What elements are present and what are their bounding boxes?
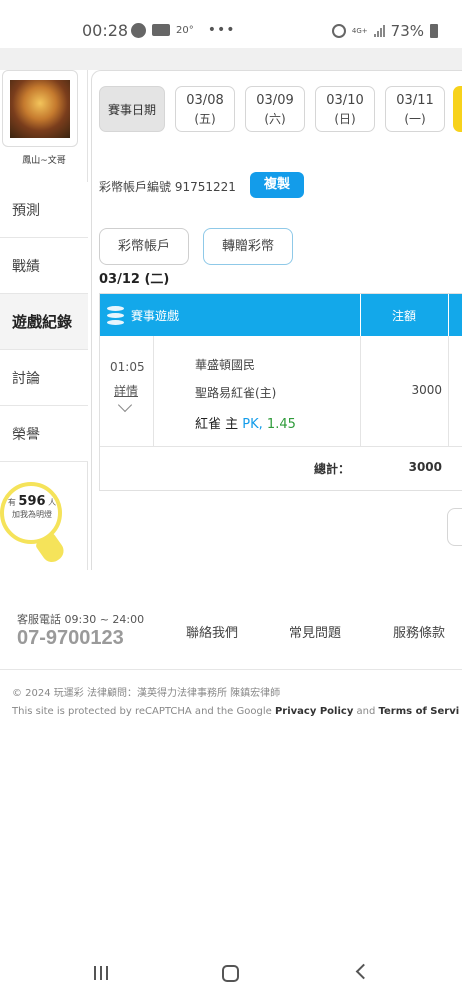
contact-us-link[interactable]: 聯絡我們 (186, 622, 238, 641)
total-label: 總計： (314, 462, 351, 476)
bet-pick: 紅雀 主 PK, 1.45 (195, 413, 296, 432)
status-time: 00:28 (82, 21, 129, 40)
recaptcha-notice: This site is protected by reCAPTCHA and … (12, 706, 459, 717)
footer-divider (0, 669, 462, 670)
pick-type: PK, (242, 417, 263, 432)
sidebar-item-discussion[interactable]: 討論 (0, 350, 88, 406)
sidebar: 鳳山~文哥 預測 戰績 遊戲紀錄 討論 榮譽 有 596 人 加我為明燈 (0, 70, 88, 570)
header-game: 賽事遊戲 (131, 309, 180, 323)
detail-link[interactable]: 詳情 (114, 382, 138, 399)
copyright: © 2024 玩運彩 法律顧問：漢英得力法律事務所 陳鎮宏律師 (12, 688, 281, 699)
date-tab-weekday: (六) (264, 112, 286, 126)
date-tab-0309[interactable]: 03/09 (六) (245, 86, 305, 132)
header-divider (448, 294, 449, 336)
avatar-image (10, 80, 70, 138)
status-temperature: 20° (176, 24, 194, 36)
date-tab-weekday: (五) (194, 112, 216, 126)
chevron-down-icon[interactable] (117, 397, 133, 413)
terms-link[interactable]: 服務條款 (393, 622, 445, 641)
account-label: 彩幣帳戶編號 (99, 180, 172, 194)
battery-percent: 73% (390, 22, 424, 40)
sidebar-item-honor[interactable]: 榮譽 (0, 406, 88, 462)
row-bottom-border (100, 446, 462, 447)
sidebar-item-game-history[interactable]: 遊戲紀錄 (0, 294, 88, 350)
transfer-coins-button[interactable]: 轉贈彩幣 (203, 228, 293, 265)
terms-of-service-link[interactable]: Terms of Servi (379, 706, 460, 717)
pick-odds: 1.45 (266, 417, 296, 432)
recaptcha-prefix: This site is protected by reCAPTCHA and … (12, 706, 275, 717)
date-tab-date: 03/08 (186, 93, 224, 108)
header-amount: 注額 (391, 309, 416, 323)
faq-link[interactable]: 常見問題 (289, 622, 341, 641)
date-tab-0311[interactable]: 03/11 (一) (385, 86, 445, 132)
customer-service-hours: 客服電話 09:30 ~ 24:00 (17, 613, 145, 626)
date-tab-date: 03/10 (326, 93, 364, 108)
date-tab-weekday: (一) (404, 112, 426, 126)
account-number-line: 彩幣帳戶編號 91751221 (99, 178, 236, 195)
account-number: 91751221 (174, 180, 236, 194)
status-notification-icons: 20° ••• (131, 22, 236, 38)
customer-service-phone[interactable]: 07-9700123 (17, 627, 124, 650)
system-nav-bar (0, 944, 462, 1000)
total-amount: 3000 (408, 460, 442, 474)
date-tab-date: 03/11 (396, 93, 434, 108)
message-notification-icon (131, 22, 146, 38)
side-scroll-button[interactable] (447, 508, 462, 546)
back-icon[interactable] (355, 963, 372, 980)
home-team: 聖路易紅雀(主) (195, 386, 277, 400)
date-tabs: 賽事日期 03/08 (五) 03/09 (六) 03/10 (日) 03/11… (99, 86, 445, 132)
row-divider (153, 336, 154, 446)
date-tab-more[interactable] (453, 86, 462, 132)
copy-button[interactable]: 複製 (250, 172, 304, 198)
bulb-follower-count[interactable]: 有 596 人 加我為明燈 (4, 494, 60, 521)
row-divider (448, 336, 449, 446)
table-header: 賽事遊戲 注額 (100, 294, 462, 336)
network-type: 4G+ (351, 27, 368, 35)
avatar-name: 鳳山~文哥 (22, 156, 66, 166)
database-icon (107, 306, 124, 325)
status-system-icons: 4G+ 73% (331, 22, 438, 40)
recent-apps-icon[interactable] (94, 966, 108, 980)
home-icon[interactable] (222, 965, 239, 982)
alarm-icon (331, 24, 346, 38)
date-tab-weekday: (日) (334, 112, 356, 126)
signal-icon (373, 25, 385, 37)
bet-amount: 3000 (411, 383, 442, 397)
pick-team: 紅雀 主 (195, 417, 239, 432)
date-tab-0310[interactable]: 03/10 (日) (315, 86, 375, 132)
current-date-heading: 03/12 (二) (99, 272, 170, 287)
bulb-suffix: 人 (48, 498, 57, 507)
avatar[interactable] (2, 70, 78, 147)
page-top-band (0, 48, 462, 70)
game-time: 01:05 (110, 360, 145, 374)
wallet-button[interactable]: 彩幣帳戶 (99, 228, 189, 265)
bet-table: 賽事遊戲 注額 01:05 詳情 華盛頓國民 聖路易紅雀(主) 紅雀 主 PK,… (99, 293, 462, 491)
privacy-policy-link[interactable]: Privacy Policy (275, 706, 353, 717)
status-more-icon: ••• (207, 22, 236, 38)
bulb-count: 596 (18, 494, 46, 509)
video-call-icon (152, 24, 170, 36)
date-tab-0308[interactable]: 03/08 (五) (175, 86, 235, 132)
bulb-prefix: 有 (7, 498, 16, 507)
sidebar-item-record[interactable]: 戰績 (0, 238, 88, 294)
date-tab-label: 賽事日期 (99, 86, 165, 132)
bulb-caption: 加我為明燈 (12, 510, 52, 519)
date-tab-date: 03/09 (256, 93, 294, 108)
away-team: 華盛頓國民 (195, 358, 256, 372)
battery-icon (430, 24, 438, 38)
recaptcha-and: and (353, 706, 379, 717)
sidebar-item-predict[interactable]: 預測 (0, 182, 88, 238)
